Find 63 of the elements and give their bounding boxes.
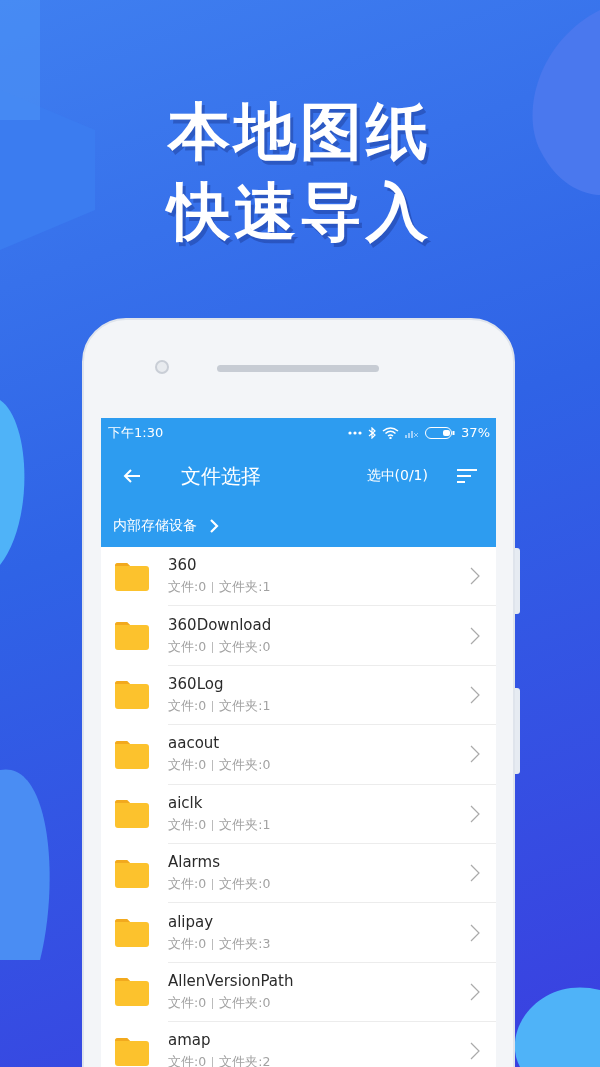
folder-count: 文件夹:1 bbox=[219, 816, 271, 834]
sort-icon[interactable] bbox=[456, 467, 478, 485]
chevron-icon bbox=[470, 923, 480, 942]
chevron-icon bbox=[470, 626, 480, 645]
folder-icon bbox=[115, 859, 149, 888]
chevron-icon bbox=[470, 804, 480, 823]
battery-icon bbox=[425, 426, 456, 439]
file-count: 文件:0 bbox=[168, 935, 207, 953]
folder-row[interactable]: 360 文件:0 文件夹:1 bbox=[101, 547, 496, 607]
folder-icon bbox=[115, 622, 149, 651]
folder-icon bbox=[115, 800, 149, 829]
folder-icon bbox=[115, 681, 149, 710]
folder-icon bbox=[115, 919, 149, 948]
folder-count: 文件夹:1 bbox=[219, 579, 271, 597]
camera-icon bbox=[155, 360, 169, 374]
folder-name: 360Log bbox=[168, 674, 225, 693]
selection-count: 选中(0/1) bbox=[366, 467, 428, 485]
file-count: 文件:0 bbox=[168, 697, 207, 715]
folder-count: 文件夹:0 bbox=[219, 876, 271, 894]
chevron-icon bbox=[470, 1042, 480, 1061]
file-count: 文件:0 bbox=[168, 816, 207, 834]
folder-row[interactable]: alipay 文件:0 文件夹:3 bbox=[101, 903, 496, 963]
file-count: 文件:0 bbox=[168, 876, 207, 894]
folder-count: 文件夹:0 bbox=[219, 757, 271, 775]
folder-row[interactable]: Alarms 文件:0 文件夹:0 bbox=[101, 843, 496, 904]
status-time: 下午1:30 bbox=[108, 423, 164, 442]
folder-count: 文件夹:3 bbox=[219, 935, 271, 953]
folder-count: 文件夹:0 bbox=[219, 638, 271, 656]
folder-icon bbox=[115, 1037, 149, 1066]
folder-name: Alarms bbox=[168, 853, 221, 872]
folder-name: 360Download bbox=[168, 615, 273, 634]
folder-count: 文件夹:1 bbox=[219, 697, 271, 715]
folder-name: 360 bbox=[168, 556, 198, 575]
folder-row[interactable]: 360Download 文件:0 文件夹:0 bbox=[101, 606, 496, 666]
folder-row[interactable]: aiclk 文件:0 文件夹:1 bbox=[101, 784, 496, 844]
folder-icon bbox=[115, 562, 149, 591]
folder-name: amap bbox=[168, 1031, 212, 1050]
bluetooth-icon bbox=[368, 426, 377, 439]
folder-icon bbox=[115, 740, 149, 769]
screen-title: 文件选择 bbox=[181, 462, 262, 490]
file-count: 文件:0 bbox=[168, 638, 207, 656]
chevron-icon bbox=[470, 982, 480, 1001]
headline: 本地图纸 bbox=[168, 94, 432, 170]
folder-name: alipay bbox=[168, 912, 215, 931]
folder-name: aacout bbox=[168, 734, 221, 753]
file-count: 文件:0 bbox=[168, 994, 207, 1012]
wifi-icon bbox=[382, 426, 400, 439]
folder-count: 文件夹:0 bbox=[219, 994, 271, 1012]
chevron-icon bbox=[470, 567, 480, 586]
dots-icon bbox=[348, 429, 363, 436]
chevron-icon bbox=[470, 685, 480, 704]
folder-icon bbox=[115, 978, 149, 1007]
folder-row[interactable]: 360Log 文件:0 文件夹:1 bbox=[101, 665, 496, 726]
folder-row[interactable]: AllenVersionPath 文件:0 文件夹:0 bbox=[101, 962, 496, 1023]
folder-name: aiclk bbox=[168, 793, 204, 812]
file-count: 文件:0 bbox=[168, 579, 207, 597]
folder-name: AllenVersionPath bbox=[168, 971, 295, 990]
file-count: 文件:0 bbox=[168, 757, 207, 775]
chevron-icon bbox=[209, 519, 219, 533]
battery-percent: 37% bbox=[461, 425, 490, 440]
folder-row[interactable]: aacout 文件:0 文件夹:0 bbox=[101, 725, 496, 785]
chevron-icon bbox=[470, 864, 480, 883]
chevron-icon bbox=[470, 745, 480, 764]
